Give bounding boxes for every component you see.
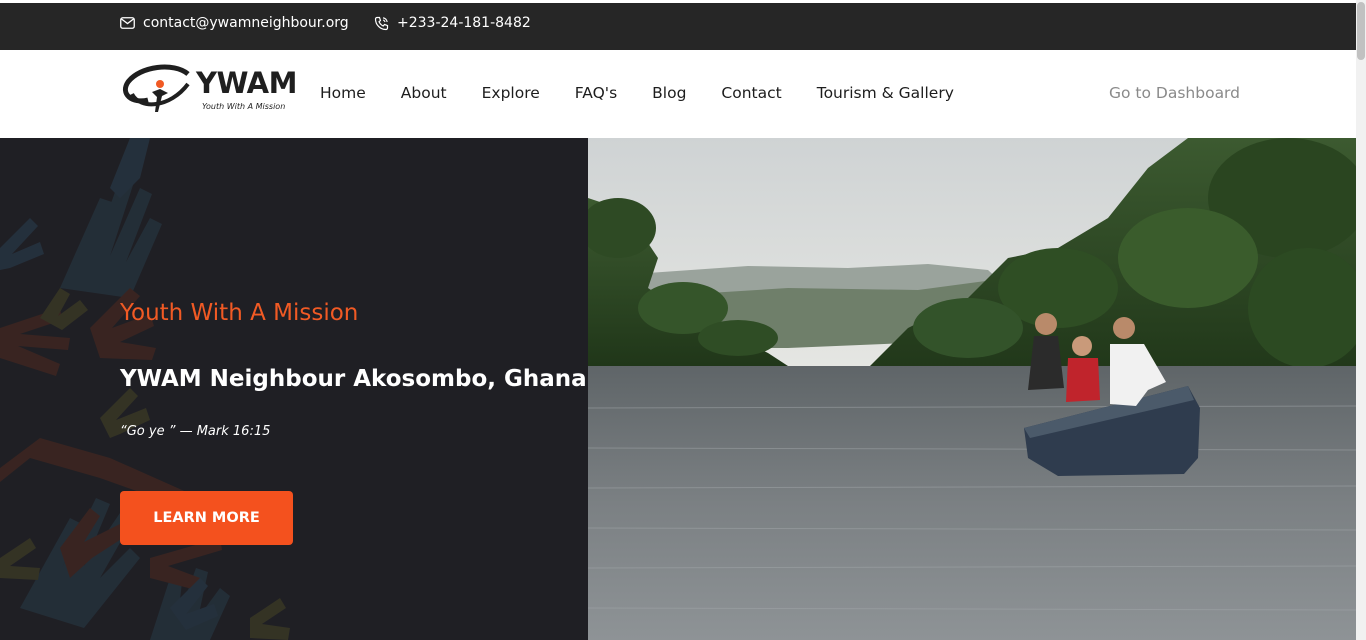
ywam-logo[interactable]: YWAM Youth With A Mission (122, 64, 302, 124)
hero-quote: “Go ye ” — Mark 16:15 (120, 424, 271, 439)
phone-text[interactable]: +233-24-181-8482 (397, 15, 531, 31)
hero-title: YWAM Neighbour Akosombo, Ghana (120, 366, 587, 392)
hero-photo-river-canoe (588, 138, 1356, 640)
nav-item-home[interactable]: Home (320, 84, 366, 102)
go-to-dashboard-link[interactable]: Go to Dashboard (1109, 84, 1240, 102)
logo-wordmark: YWAM (196, 66, 298, 100)
nav-item-contact[interactable]: Contact (721, 84, 781, 102)
page: contact@ywamneighbour.org +233-24-181-84… (0, 0, 1366, 640)
nav-item-explore[interactable]: Explore (482, 84, 540, 102)
nav-menu: Home About Explore FAQ's Blog Contact To… (320, 84, 989, 102)
email-text[interactable]: contact@ywamneighbour.org (143, 15, 349, 31)
learn-more-button[interactable]: LEARN MORE (120, 491, 293, 545)
hero-subtitle: Youth With A Mission (120, 300, 359, 326)
river-photo (588, 138, 1356, 640)
email-contact[interactable]: contact@ywamneighbour.org (120, 15, 349, 31)
phone-icon (374, 16, 389, 31)
nav-item-tourism-gallery[interactable]: Tourism & Gallery (817, 84, 954, 102)
nav-item-blog[interactable]: Blog (652, 84, 686, 102)
scrollbar-thumb[interactable] (1357, 2, 1365, 60)
envelope-icon (120, 17, 135, 29)
hero-section: Youth With A Mission YWAM Neighbour Akos… (0, 138, 1356, 640)
nav-item-about[interactable]: About (401, 84, 447, 102)
phone-contact[interactable]: +233-24-181-8482 (374, 15, 531, 31)
nav-item-faqs[interactable]: FAQ's (575, 84, 617, 102)
main-navbar: YWAM Youth With A Mission Home About Exp… (0, 50, 1356, 138)
logo-mark-icon (123, 64, 190, 112)
page-scrollbar[interactable] (1356, 0, 1366, 640)
top-contact-bar: contact@ywamneighbour.org +233-24-181-84… (0, 0, 1356, 50)
hero-text-panel: Youth With A Mission YWAM Neighbour Akos… (0, 138, 588, 640)
logo-tagline: Youth With A Mission (202, 102, 286, 111)
